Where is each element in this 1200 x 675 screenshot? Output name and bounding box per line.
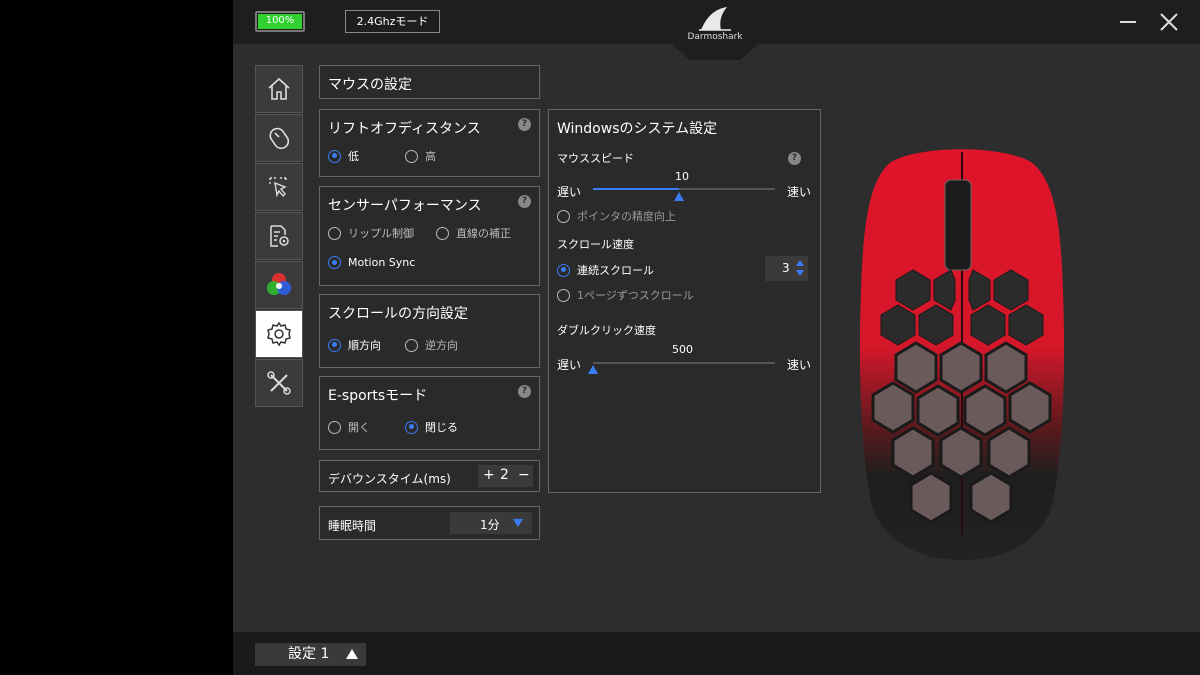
sidebar-item-home[interactable] [255,65,303,113]
profile-selector[interactable]: 設定 1 [255,643,366,666]
up-down-arrows-icon[interactable] [796,260,804,276]
scroll-reverse-radio[interactable]: 逆方向 [405,337,458,353]
debounce-plus-button[interactable]: + [483,467,495,483]
debounce-stepper: + 2 − [478,465,533,487]
double-click-slider[interactable] [593,362,775,364]
debounce-label: デバウンスタイム(ms) [328,472,451,486]
help-icon[interactable]: ? [788,152,801,165]
double-click-label: ダブルクリック速度 [557,324,656,337]
windows-settings-title: Windowsのシステム設定 [557,121,718,137]
brand-name: Darmoshark [687,32,743,42]
sensor-panel: センサーパフォーマンス ? リップル制御 直線の補正 Motion Sync [319,186,540,286]
mouse-settings-title: マウスの設定 [328,77,412,93]
mouse-speed-fill [593,188,679,190]
mouse-speed-label: マウススピード [557,152,634,165]
wrench-screwdriver-icon [267,371,291,395]
minimize-button[interactable] [1117,10,1141,34]
sidebar-item-mouse[interactable] [255,114,303,162]
sidebar-item-macro[interactable] [255,163,303,211]
scroll-direction-title: スクロールの方向設定 [328,306,468,322]
angle-snapping-radio[interactable]: 直線の補正 [436,225,511,241]
lift-off-high-radio[interactable]: 高 [405,148,436,164]
profile-label: 設定 1 [288,646,330,662]
sidebar-item-lighting[interactable] [255,261,303,309]
debounce-value: 2 [500,467,509,483]
motion-sync-radio[interactable]: Motion Sync [328,256,415,269]
brand-logo: Darmoshark [673,0,757,60]
rgb-circles-icon [267,273,291,295]
mouse-speed-thumb[interactable] [673,192,684,201]
lift-off-title: リフトオフディスタンス [328,121,481,137]
esports-title: E-sportsモード [328,388,428,404]
sidebar-item-settings[interactable] [255,310,303,358]
mouse-settings-header: マウスの設定 [319,65,540,99]
close-icon [1160,13,1178,31]
bottom-bar: 設定 1 [233,632,1200,675]
sidebar-item-settings-doc[interactable] [255,212,303,260]
title-bar: 100% 2.4Ghzモード Darmoshark [233,0,1200,60]
help-icon[interactable]: ? [518,195,531,208]
app-window: 100% 2.4Ghzモード Darmoshark マウスの設定 リフトオフディ… [233,0,1200,675]
double-click-fast: 速い [787,358,812,372]
battery-label: 100% [265,15,295,26]
lift-off-low-radio[interactable]: 低 [328,148,359,164]
debounce-minus-button[interactable]: − [518,467,530,483]
sidebar-item-tools[interactable] [255,359,303,407]
gear-icon [267,321,291,347]
debounce-panel: デバウンスタイム(ms) + 2 − [319,460,540,492]
help-icon[interactable]: ? [518,118,531,131]
battery-indicator: 100% [255,11,305,32]
sensor-title: センサーパフォーマンス [328,198,482,214]
mouse-speed-fast: 速い [787,185,812,199]
home-icon [268,77,290,100]
esports-close-radio[interactable]: 閉じる [405,419,458,435]
scroll-speed-label: スクロール速度 [557,238,634,251]
cursor-select-icon [269,177,287,198]
pointer-precision-radio[interactable]: ポインタの精度向上 [557,208,676,224]
scroll-lines-stepper[interactable]: 3 [765,256,808,281]
continuous-scroll-radio[interactable]: 連続スクロール [557,262,654,278]
mouse-speed-slow: 遅い [557,185,582,199]
lift-off-panel: リフトオフディスタンス ? 低 高 [319,109,540,177]
chevron-down-icon [513,519,523,527]
document-gear-icon [270,225,289,247]
shark-fin-icon [699,7,731,31]
close-button[interactable] [1157,10,1181,34]
scroll-direction-panel: スクロールの方向設定 順方向 逆方向 [319,294,540,368]
scroll-lines-value: 3 [782,261,790,275]
mouse-product-image [859,149,1065,560]
sidebar [255,65,303,409]
esports-panel: E-sportsモード ? 開く 閉じる [319,376,540,450]
mouse-speed-value: 10 [675,170,689,183]
ripple-control-radio[interactable]: リップル制御 [328,225,414,241]
help-icon[interactable]: ? [518,385,531,398]
sleep-value: 1分 [480,518,500,532]
chevron-up-icon [346,649,358,659]
sleep-select[interactable]: 1分 [450,512,532,534]
scroll-forward-radio[interactable]: 順方向 [328,337,381,353]
sleep-panel: 睡眠時間 1分 [319,506,540,540]
sleep-label: 睡眠時間 [328,519,377,533]
connection-mode: 2.4Ghzモード [345,10,440,33]
double-click-thumb[interactable] [588,365,598,374]
double-click-slow: 遅い [557,358,582,372]
double-click-value: 500 [672,343,693,356]
mouse-icon [269,127,290,150]
windows-settings-panel: Windowsのシステム設定 マウススピード ? 10 遅い 速い ポインタの精… [548,109,821,493]
esports-open-radio[interactable]: 開く [328,419,370,435]
page-scroll-radio[interactable]: 1ページずつスクロール [557,287,694,303]
